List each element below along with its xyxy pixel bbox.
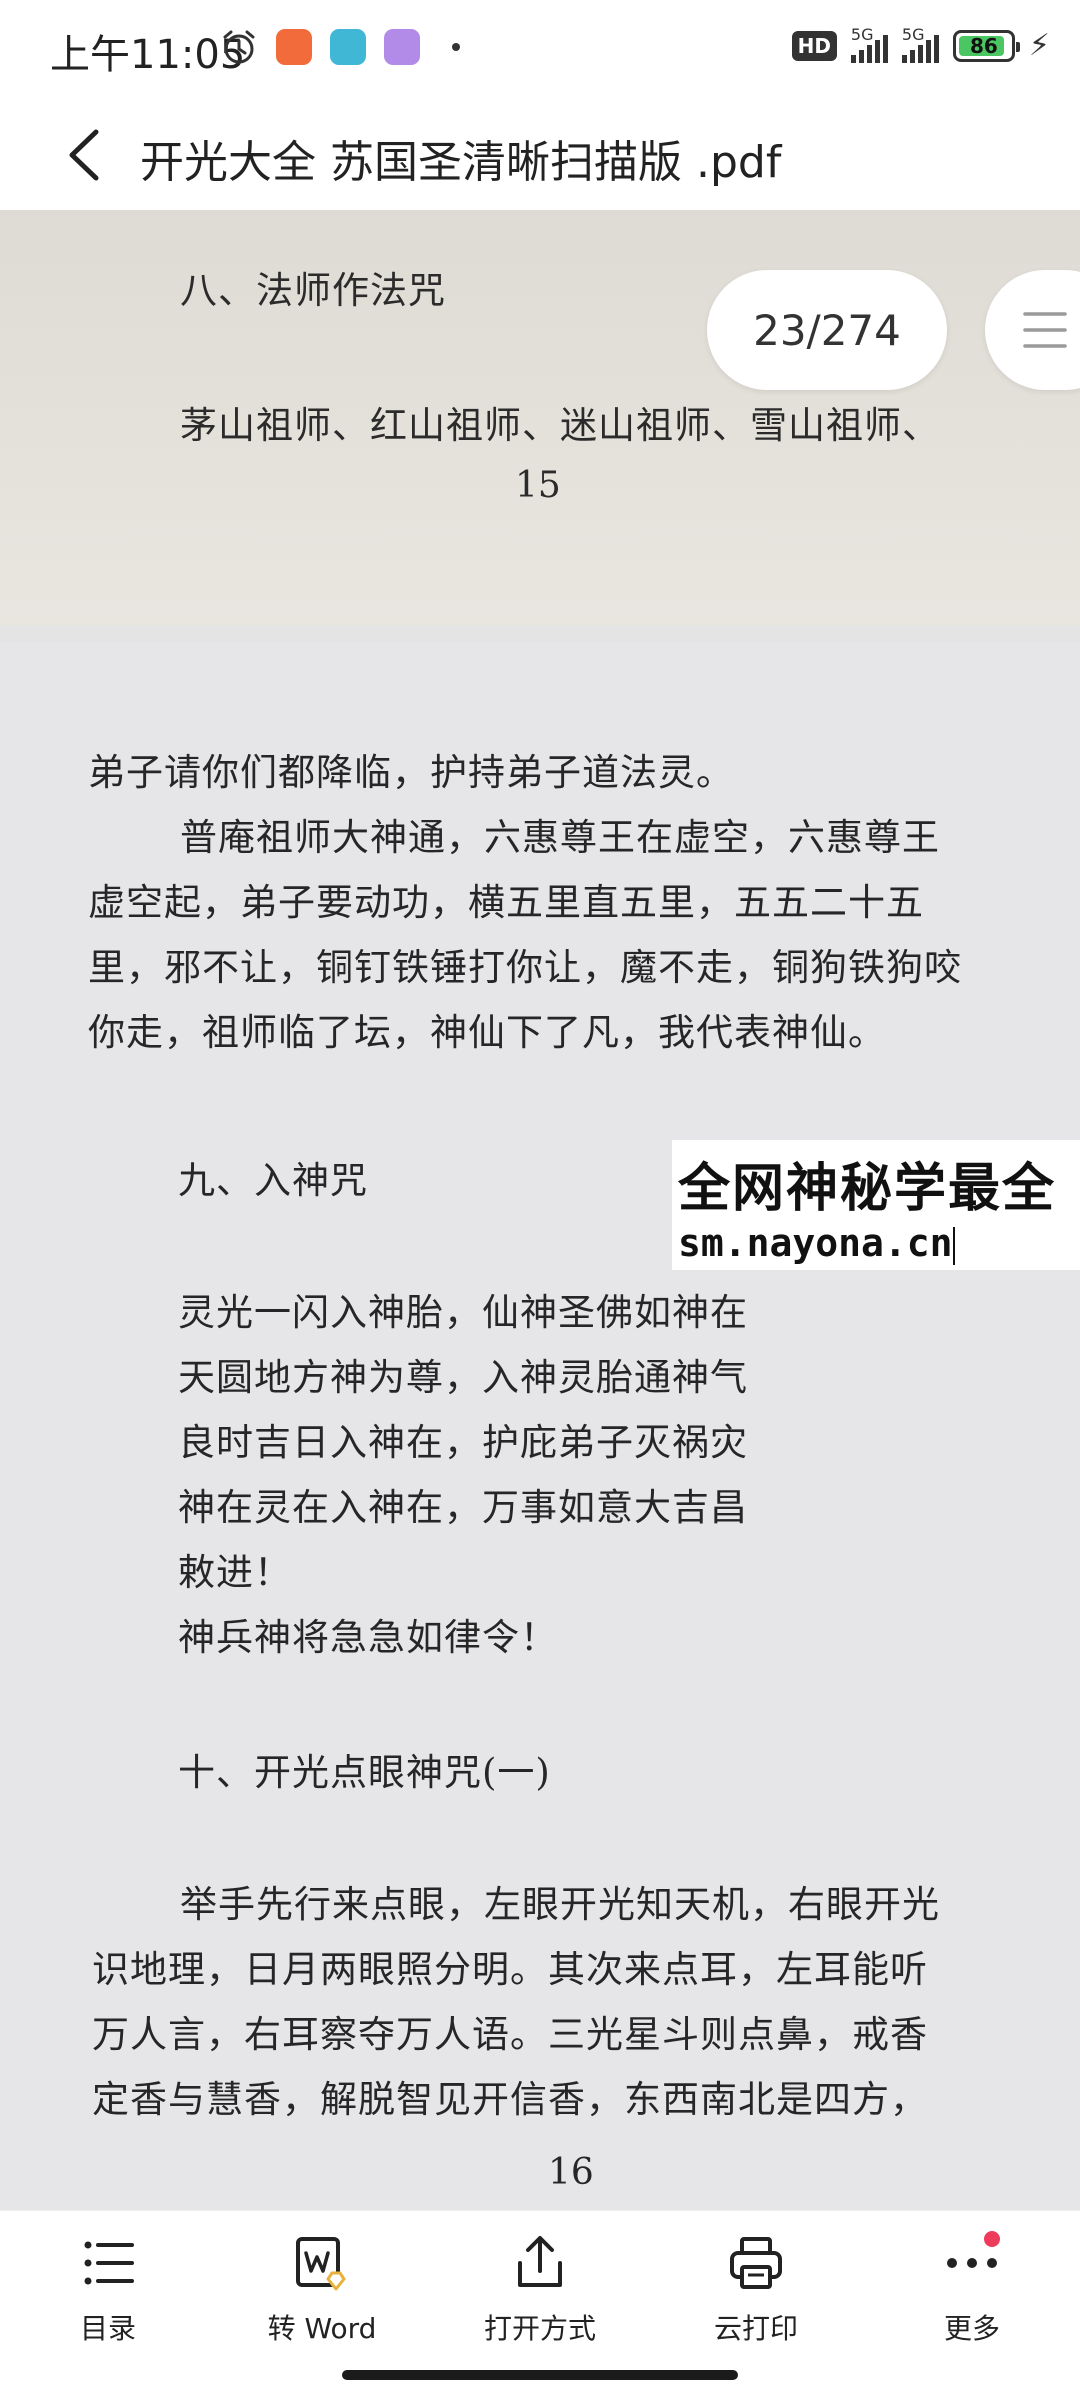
- page-indicator[interactable]: 23/274: [707, 270, 947, 390]
- text-line: 识地理，日月两眼照分明。其次来点耳，左耳能听: [92, 1948, 928, 1991]
- app-header: 开光大全 苏国圣清晰扫描版 .pdf: [0, 100, 1080, 210]
- verse-line: 天圆地方神为尊，入神灵胎通神气: [178, 1356, 748, 1399]
- text-line: 万人言，右耳察夺万人语。三光星斗则点鼻，戒香: [92, 2013, 928, 2056]
- printer-icon: [730, 2237, 782, 2289]
- page-number: 16: [548, 2152, 594, 2193]
- more-notifications-dot: [452, 43, 460, 51]
- signal-strength-icon: 5G: [901, 25, 939, 63]
- signal-strength-icon: 5G: [850, 25, 888, 63]
- status-bar: 上午11:05 HD 5G 5G 86 ⚡: [0, 0, 1080, 100]
- verse-line: 神兵神将急急如律令！: [178, 1616, 558, 1659]
- app-notification-icon: [330, 29, 366, 65]
- cloud-print-button[interactable]: 云打印: [656, 2233, 856, 2363]
- verse-line: 神在灵在入神在，万事如意大吉昌: [178, 1486, 748, 1529]
- text-line: 定香与慧香，解脱智见开信香，东西南北是四方，: [92, 2078, 928, 2121]
- watermark-url: sm.nayona.cn: [678, 1221, 1074, 1265]
- convert-word-button[interactable]: 转 Word: [222, 2233, 422, 2363]
- toc-list-icon: [84, 2241, 134, 2285]
- open-with-label: 打开方式: [483, 2312, 596, 2345]
- charging-icon: ⚡: [1028, 28, 1050, 63]
- mi-app-notification-icon: [276, 29, 312, 65]
- toc-button[interactable]: 目录: [8, 2233, 208, 2363]
- watermark-url-text: sm.nayona.cn: [678, 1221, 953, 1265]
- text-line: 虚空起，弟子要动功，横五里直五里，五五二十五: [88, 881, 924, 924]
- share-icon: [518, 2236, 562, 2287]
- back-button[interactable]: [56, 122, 116, 188]
- verse-line: 灵光一闪入神胎，仙神圣佛如神在: [178, 1291, 748, 1334]
- document-title: 开光大全 苏国圣清晰扫描版 .pdf: [140, 137, 782, 188]
- menu-lines-icon: [1023, 312, 1067, 348]
- pdf-page-15: 八、法师作法咒 茅山祖师、红山祖师、迷山祖师、雪山祖师、 15: [0, 210, 1080, 625]
- notification-dot: [984, 2231, 1000, 2247]
- section-heading: 八、法师作法咒: [180, 269, 446, 312]
- text-line: 茅山祖师、红山祖师、迷山祖师、雪山祖师、: [180, 404, 940, 447]
- pdf-page-16: 弟子请你们都降临，护持弟子道法灵。 普庵祖师大神通，六惠尊王在虚空，六惠尊王 虚…: [0, 642, 1080, 2210]
- text-line: 弟子请你们都降临，护持弟子道法灵。: [88, 751, 734, 794]
- network-type-label: 5G: [850, 24, 874, 44]
- battery-level: 86: [970, 33, 998, 58]
- text-line: 举手先行来点眼，左眼开光知天机，右眼开光: [180, 1883, 940, 1926]
- status-time: 上午11:05: [50, 32, 246, 78]
- watermark-overlay: 全网神秘学最全 sm.nayona.cn: [672, 1140, 1080, 1270]
- app-notification-icon: [384, 29, 420, 65]
- text-line: 你走，祖师临了坛，神仙下了凡，我代表神仙。: [88, 1011, 886, 1054]
- section-heading: 十、开光点眼神咒(一): [178, 1751, 551, 1794]
- watermark-text: 全网神秘学最全: [678, 1159, 1057, 1219]
- more-label: 更多: [943, 2312, 1000, 2345]
- page-number: 15: [515, 465, 561, 506]
- toc-label: 目录: [79, 2312, 136, 2345]
- back-arrow-icon: [69, 129, 99, 181]
- verse-line: 良时吉日入神在，护庇弟子灭祸灾: [178, 1421, 748, 1464]
- verse-line: 敕进！: [178, 1551, 292, 1594]
- hd-voice-badge: HD: [791, 30, 837, 61]
- open-with-button[interactable]: 打开方式: [440, 2233, 640, 2363]
- network-type-label: 5G: [901, 24, 925, 44]
- status-icons-right: HD 5G 5G 86 ⚡: [791, 25, 1050, 63]
- battery-icon: 86: [952, 29, 1020, 62]
- section-heading: 九、入神咒: [178, 1159, 368, 1202]
- text-line: 里，邪不让，铜钉铁锤打你让，魔不走，铜狗铁狗咬: [88, 946, 962, 989]
- more-button[interactable]: 更多: [872, 2231, 1072, 2363]
- alarm-clock-icon: [220, 28, 258, 66]
- convert-word-label: 转 Word: [267, 2312, 377, 2345]
- pdf-viewer[interactable]: 八、法师作法咒 茅山祖师、红山祖师、迷山祖师、雪山祖师、 15 弟子请你们都降临…: [0, 210, 1080, 2210]
- status-icons-left: [220, 28, 460, 66]
- text-line: 普庵祖师大神通，六惠尊王在虚空，六惠尊王: [180, 816, 940, 859]
- convert-word-icon: [296, 2237, 346, 2291]
- home-indicator[interactable]: [342, 2370, 738, 2380]
- cloud-print-label: 云打印: [713, 2312, 798, 2345]
